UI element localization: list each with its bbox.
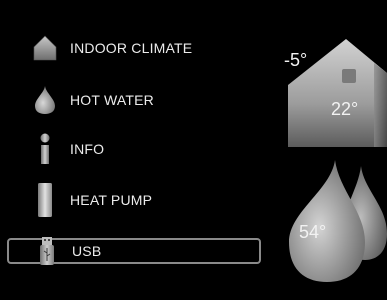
- menu-item-hot-water[interactable]: HOT WATER: [10, 86, 260, 114]
- hot-water-temperature: 54°: [299, 222, 327, 242]
- main-menu-screen: INDOOR CLIMATE HOT WATER INFO HEAT PUMP …: [0, 0, 387, 295]
- menu-item-heat-pump[interactable]: HEAT PUMP: [10, 183, 260, 217]
- heat-pump-icon: [32, 183, 58, 217]
- menu-item-usb[interactable]: USB: [7, 236, 261, 266]
- house-icon: [32, 33, 58, 63]
- info-icon: [32, 133, 58, 164]
- menu-item-info[interactable]: INFO: [10, 133, 260, 164]
- outdoor-temperature: -5°: [284, 50, 308, 70]
- water-drop-icon: [32, 85, 58, 115]
- usb-icon: [34, 236, 60, 266]
- menu-item-indoor-climate[interactable]: INDOOR CLIMATE: [10, 34, 260, 62]
- menu-item-label: INFO: [70, 141, 105, 157]
- menu-item-label: USB: [72, 243, 102, 259]
- menu-item-label: HEAT PUMP: [70, 192, 153, 208]
- menu-item-label: INDOOR CLIMATE: [70, 40, 193, 56]
- menu-item-label: HOT WATER: [70, 92, 154, 108]
- main-menu: INDOOR CLIMATE HOT WATER INFO HEAT PUMP …: [0, 0, 270, 295]
- indoor-temperature: 22°: [331, 99, 359, 119]
- indoor-climate-status: -5° 22°: [280, 35, 387, 150]
- hot-water-status: 54°: [285, 160, 387, 295]
